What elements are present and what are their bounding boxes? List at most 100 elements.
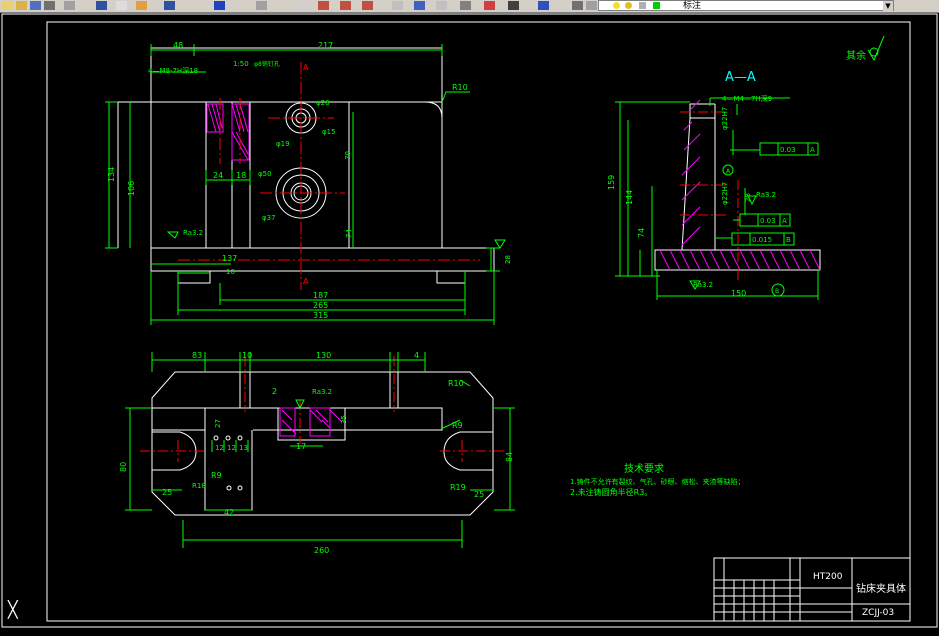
save-icon[interactable] xyxy=(30,1,41,10)
zoom-realtime-icon[interactable] xyxy=(318,1,329,10)
dim-217: 217 xyxy=(318,41,333,50)
dim-4: 4 xyxy=(414,351,419,360)
layer-manager-icon[interactable] xyxy=(572,1,583,10)
dim-r9a: R9 xyxy=(211,471,222,480)
open-icon[interactable] xyxy=(16,1,27,10)
redo-icon[interactable] xyxy=(256,1,267,10)
calculator-icon[interactable] xyxy=(508,1,519,10)
chevron-down-icon[interactable]: ▼ xyxy=(883,1,893,11)
section-title: A—A xyxy=(725,70,756,85)
layer-state-icon[interactable] xyxy=(586,1,597,10)
title-material: HT200 xyxy=(813,572,843,582)
pan-icon[interactable] xyxy=(296,1,307,10)
layer-color-icon xyxy=(653,2,660,9)
dim-12a: 12 xyxy=(215,444,224,452)
dim-48: 48 xyxy=(173,41,183,50)
fit-22h7-a: φ22H7 xyxy=(721,107,729,130)
dim-25b: 25 xyxy=(474,490,484,499)
front-hatch xyxy=(206,103,250,161)
dim-134: 134 xyxy=(107,167,116,182)
cut-icon[interactable] xyxy=(96,1,107,10)
dim-17: 17 xyxy=(296,442,306,451)
dim-106: 106 xyxy=(127,181,136,196)
dim-260: 260 xyxy=(314,546,329,555)
sheet-frame xyxy=(46,21,911,622)
title-drawing-no: ZCJJ-03 xyxy=(862,608,894,618)
toolpalette-icon[interactable] xyxy=(436,1,447,10)
help-icon[interactable] xyxy=(538,1,549,10)
dim-83: 83 xyxy=(192,351,202,360)
print-icon[interactable] xyxy=(44,1,55,10)
dim-74-section: 74 xyxy=(637,228,646,238)
tol-1: 0.03 xyxy=(780,146,796,154)
preview-icon[interactable] xyxy=(64,1,75,10)
matchprop-icon[interactable] xyxy=(164,1,175,10)
dim-d15: φ15 xyxy=(322,128,336,136)
dim-18: 18 xyxy=(236,171,246,180)
ra-top: Ra3.2 xyxy=(312,388,332,396)
dim-d50: φ50 xyxy=(258,170,272,178)
dim-74: 74 xyxy=(345,229,353,238)
dim-27: 27 xyxy=(214,419,222,428)
section-mark-a-top: A xyxy=(303,63,309,72)
dim-13: 13 xyxy=(239,444,248,452)
datum-b: B xyxy=(775,288,779,295)
datum-2: A xyxy=(782,217,787,225)
dim-24: 24 xyxy=(213,171,223,180)
dim-159: 159 xyxy=(607,175,616,190)
dim-144: 144 xyxy=(625,190,634,205)
dim-80: 80 xyxy=(119,462,128,472)
sheetset-icon[interactable] xyxy=(460,1,471,10)
dim-ra-front: Ra3.2 xyxy=(183,229,203,237)
front-view xyxy=(117,47,495,284)
surface-roughness-symbol xyxy=(867,35,885,62)
dim-137: 137 xyxy=(222,254,237,263)
dim-r10-top: R10 xyxy=(448,379,464,388)
datum-1: A xyxy=(810,146,815,154)
dim-42: 42 xyxy=(224,508,234,517)
dim-r18: R18 xyxy=(192,482,206,490)
fit-22h7-b: φ22H7 xyxy=(721,182,729,205)
properties-icon[interactable] xyxy=(392,1,403,10)
dim-r9b: R9 xyxy=(452,421,463,430)
designcenter-icon[interactable] xyxy=(414,1,425,10)
ra-section-1: Ra3.2 xyxy=(756,191,776,199)
drawing-canvas[interactable]: 48 217 4—M8-7H深18 1:50 φ8销钉孔 R10 φ26 φ15… xyxy=(0,12,939,636)
bulb-icon xyxy=(613,2,620,9)
dim-r10: R10 xyxy=(452,83,468,92)
dim-265: 265 xyxy=(313,301,328,310)
section-thread: 4—M4—7H深9 xyxy=(722,94,772,103)
paste-icon[interactable] xyxy=(136,1,147,10)
layer-name: 标注 xyxy=(683,1,702,11)
dim-28-section: 28 xyxy=(744,193,752,202)
ucs-icon: ╳ xyxy=(8,600,18,619)
top-view xyxy=(151,364,494,516)
dim-10-top: 10 xyxy=(242,351,252,360)
zoom-previous-icon[interactable] xyxy=(362,1,373,10)
dim-70: 70 xyxy=(344,151,352,160)
dim-2: 2 xyxy=(272,387,277,396)
dim-130: 130 xyxy=(316,351,331,360)
lock-icon xyxy=(639,2,646,9)
dim-25a: 25 xyxy=(162,488,172,497)
ra-section-2: Ra3.2 xyxy=(693,281,713,289)
tol-2: 0.03 xyxy=(760,217,776,225)
undo-icon[interactable] xyxy=(214,1,225,10)
dim-d37: φ37 xyxy=(262,214,276,222)
dim-d26: φ26 xyxy=(316,99,330,107)
dim-taper: 1:50 xyxy=(233,60,249,68)
dim-thread: 4—M8-7H深18 xyxy=(148,66,198,75)
tech-req-line2: 2.未注铸圆角半径R3。 xyxy=(570,487,652,497)
dim-35: 35 xyxy=(340,415,348,424)
markup-icon[interactable] xyxy=(484,1,495,10)
section-mark-a-bottom: A xyxy=(303,277,309,286)
zoom-window-icon[interactable] xyxy=(340,1,351,10)
layer-dropdown[interactable]: 标注 ▼ xyxy=(598,0,894,11)
dim-28: 28 xyxy=(504,255,512,264)
top-hatch xyxy=(279,407,343,437)
tol-3: 0.015 xyxy=(752,236,772,244)
dim-150: 150 xyxy=(731,289,746,298)
copy-icon[interactable] xyxy=(116,1,127,10)
new-icon[interactable] xyxy=(2,1,13,10)
dim-r19: R19 xyxy=(450,483,466,492)
